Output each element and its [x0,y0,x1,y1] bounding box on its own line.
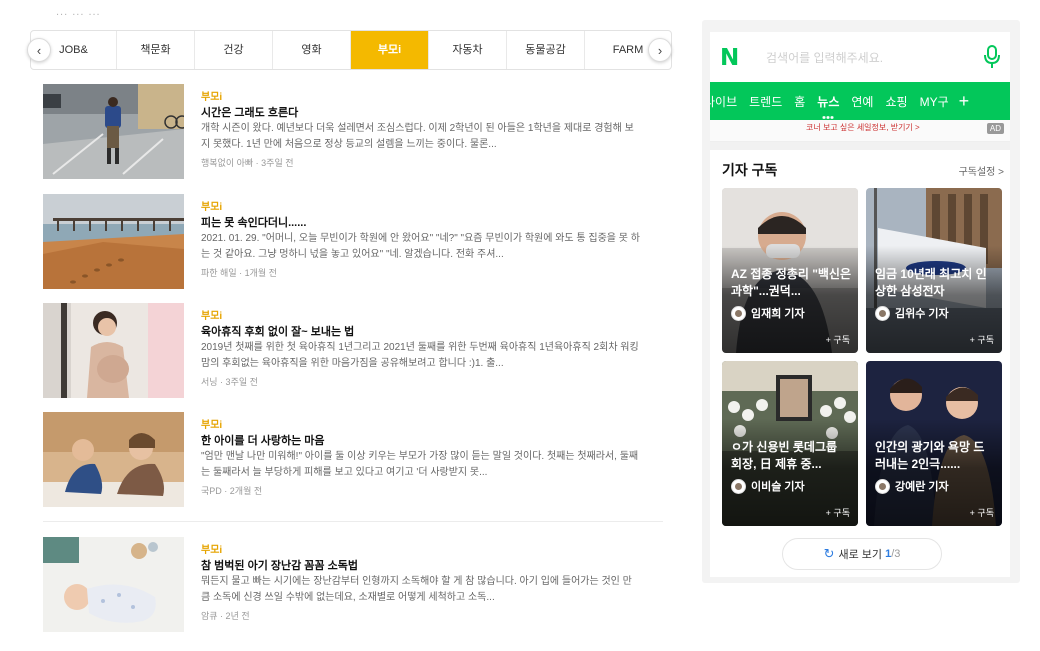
microphone-icon[interactable] [982,45,1002,69]
faded-top-text: ... ... ... [56,6,101,18]
search-bar: N [710,32,1010,82]
avatar [875,305,890,321]
article-category: 부모i [201,202,223,213]
subscription-settings-link[interactable]: 구독설정 > [959,163,1004,178]
article-meta: 서닝 · 3주일 전 [201,377,258,387]
article-item[interactable]: 부모i 한 아이를 더 사랑하는 마음 "엄만 맨날 나만 미워해!" 아이를 … [43,412,643,508]
reporter-name: 김위수 기자 [895,308,949,320]
article-meta: 국PD · 2개월 전 [201,486,263,496]
article-category: 부모i [201,311,223,322]
article-thumbnail[interactable] [43,537,184,632]
plus-icon[interactable]: + [955,91,970,112]
category-tabs: JOB& 책문화 건강 영화 부모i 자동차 동물공감 FARM [30,30,672,70]
article-thumbnail[interactable] [43,412,184,507]
subscription-header: 기자 구독 구독설정 > [710,156,1010,186]
reporter-name: 임재희 기자 [751,308,805,320]
tab-movie[interactable]: 영화 [273,31,351,69]
avatar [731,478,746,494]
article-summary: 2019년 첫째를 위한 첫 육아휴직 1년그리고 2021년 둘째를 위한 두… [201,342,639,369]
refresh-more-button[interactable]: ↻ 새로 보기 1 /3 [782,538,942,570]
mobile-nav: 라이브 트렌드 홈 뉴스 연예 쇼핑 MY구 + [710,82,1010,120]
card-reporter: 이비슬 기자 [731,478,805,494]
refresh-icon: ↻ [823,546,835,561]
tab-animals[interactable]: 동물공감 [507,31,585,69]
chevron-left-icon: ‹ [36,42,42,58]
section-separator [710,142,1010,150]
tab-health[interactable]: 건강 [195,31,273,69]
subscribe-button[interactable]: + 구독 [826,506,850,519]
article-thumbnail[interactable] [43,194,184,289]
card-headline: 임금 10년래 최고치 인상한 삼성전자 [875,267,987,298]
reporter-card[interactable]: ㅇ가 신용빈 롯데그룹 회장, 日 제휴 중... 이비슬 기자 + 구독 [722,361,858,526]
article-thumbnail[interactable] [43,303,184,398]
chevron-right-icon: › [657,42,663,58]
article-item[interactable]: 부모i 육아휴직 후회 없이 잘~ 보내는 법 2019년 첫째를 위한 첫 육… [43,303,643,399]
nav-item-news[interactable]: 뉴스 [811,93,845,119]
section-title: 기자 구독 [722,162,778,178]
nav-item-home[interactable]: 홈 [788,93,811,110]
mobile-screen: N 라이브 트렌드 홈 뉴스 연예 쇼핑 MY구 + 코너 보고 싶은 세일정보… [710,32,1010,577]
naver-logo[interactable]: N [720,45,739,71]
reporter-name: 강예란 기자 [895,481,949,493]
reporter-card[interactable]: AZ 접종 정총리 "백신은 과학"...권덕... 임재희 기자 + 구독 [722,188,858,353]
nav-item-my[interactable]: MY구 [914,93,955,110]
article-category: 부모i [201,92,223,103]
tabs-prev-button[interactable]: ‹ [27,38,51,62]
card-headline: 인간의 광기와 욕망 드러내는 2인극...... [875,440,985,471]
card-headline: ㅇ가 신용빈 롯데그룹 회장, 日 제휴 중... [731,440,838,471]
article-summary: "엄만 맨날 나만 미워해!" 아이를 둘 이상 키우는 부모가 가장 많이 듣… [201,451,639,478]
card-reporter: 강예란 기자 [875,478,949,494]
article-item[interactable]: 부모i 참 범벅된 아기 장난감 꼼꼼 소독법 뭐든지 물고 빠는 시기에는 장… [43,537,643,633]
list-divider [43,521,663,522]
card-reporter: 김위수 기자 [875,305,949,321]
tab-parenting[interactable]: 부모i [351,31,429,69]
article-meta: 파한 해일 · 1개월 전 [201,268,277,278]
nav-item-trend[interactable]: 트렌드 [743,93,788,110]
article-meta: 행복없이 아빠 · 3주일 전 [201,158,294,168]
article-title[interactable]: 참 범벅된 아기 장난감 꼼꼼 소독법 [201,557,641,572]
article-thumbnail[interactable] [43,84,184,179]
article-summary: 2021. 01. 29. "어머니, 오늘 무빈이가 학원에 안 왔어요" "… [201,233,640,260]
subscribe-button[interactable]: + 구독 [826,333,850,346]
subscribe-button[interactable]: + 구독 [970,506,994,519]
article-summary: 뭐든지 물고 빠는 시기에는 장난감부터 인형까지 소독해야 할 게 참 많습니… [201,576,632,603]
nav-item-shopping[interactable]: 쇼핑 [879,93,913,110]
card-reporter: 임재희 기자 [731,305,805,321]
reporter-card[interactable]: 인간의 광기와 욕망 드러내는 2인극...... 강예란 기자 + 구독 [866,361,1002,526]
avatar [731,305,746,321]
article-title[interactable]: 시간은 그래도 흐른다 [201,104,641,119]
article-category: 부모i [201,545,223,556]
tab-car[interactable]: 자동차 [429,31,507,69]
article-summary: 개학 시즌이 왔다. 예년보다 더욱 설레면서 조심스럽다. 이제 2학년이 된… [201,123,634,150]
tabs-next-button[interactable]: › [648,38,672,62]
more-label: 새로 보기 [838,549,883,561]
tab-books[interactable]: 책문화 [117,31,195,69]
card-headline: AZ 접종 정총리 "백신은 과학"...권덕... [731,267,851,298]
nav-item-live[interactable]: 라이브 [710,93,743,110]
ad-badge: AD [986,123,1004,134]
article-title[interactable]: 피는 못 속인다더니...... [201,214,641,229]
subscribe-button[interactable]: + 구독 [970,333,994,346]
mobile-preview: N 라이브 트렌드 홈 뉴스 연예 쇼핑 MY구 + 코너 보고 싶은 세일정보… [702,20,1020,583]
article-meta: 암큐 · 2년 전 [201,611,250,621]
article-title[interactable]: 한 아이를 더 사랑하는 마음 [201,432,641,447]
article-title[interactable]: 육아휴직 후회 없이 잘~ 보내는 법 [201,323,641,338]
article-category: 부모i [201,420,223,431]
article-item[interactable]: 부모i 시간은 그래도 흐른다 개학 시즌이 왔다. 예년보다 더욱 설레면서 … [43,84,643,180]
avatar [875,478,890,494]
ad-text: 코너 보고 싶은 세일정보, 받기기 > [806,123,920,132]
reporter-name: 이비슬 기자 [751,481,805,493]
nav-item-entertainment[interactable]: 연예 [845,93,879,110]
article-item[interactable]: 부모i 피는 못 속인다더니...... 2021. 01. 29. "어머니,… [43,194,643,290]
search-input[interactable] [766,48,956,68]
reporter-card[interactable]: 임금 10년래 최고치 인상한 삼성전자 김위수 기자 + 구독 [866,188,1002,353]
page-total: /3 [891,548,901,560]
ad-banner[interactable]: 코너 보고 싶은 세일정보, 받기기 > AD [710,120,1010,142]
